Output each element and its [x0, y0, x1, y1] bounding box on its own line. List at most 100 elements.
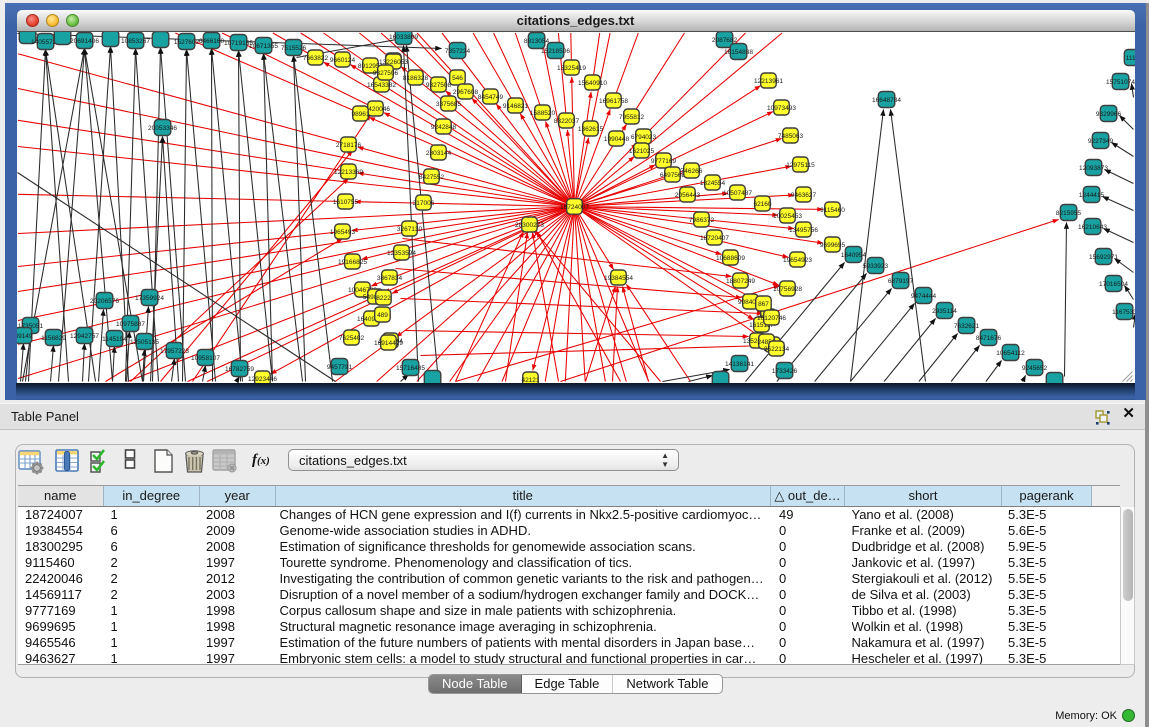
svg-text:1117: 1117	[1125, 54, 1134, 61]
svg-text:7986372: 7986372	[688, 216, 714, 223]
svg-text:546: 546	[452, 74, 463, 81]
svg-text:12505135: 12505135	[130, 338, 159, 345]
svg-text:7663822: 7663822	[302, 54, 328, 61]
svg-text:12213961: 12213961	[754, 77, 783, 84]
svg-text:16033809: 16033809	[389, 33, 418, 40]
svg-text:1610755: 1610755	[332, 198, 358, 205]
svg-text:8813054: 8813054	[523, 37, 549, 44]
svg-text:1588520: 1588520	[529, 109, 555, 116]
svg-text:10688609: 10688609	[716, 254, 745, 261]
svg-text:7632621: 7632621	[953, 322, 979, 329]
svg-text:20053346: 20053346	[148, 124, 177, 131]
svg-text:5933923: 5933923	[862, 262, 888, 269]
svg-text:8471676: 8471676	[975, 334, 1001, 341]
svg-text:13325419: 13325419	[557, 64, 586, 71]
svg-text:1990448: 1990448	[603, 135, 629, 142]
svg-text:8215955: 8215955	[1055, 209, 1081, 216]
svg-text:98961: 98961	[351, 110, 369, 117]
svg-text:19654923: 19654923	[783, 256, 812, 263]
svg-text:18807249: 18807249	[726, 277, 755, 284]
svg-text:1362615: 1362615	[577, 125, 603, 132]
svg-text:1621025: 1621025	[628, 147, 654, 154]
svg-text:867: 867	[758, 300, 769, 307]
svg-text:18724007: 18724007	[560, 203, 589, 210]
svg-text:39149: 39149	[17, 332, 33, 339]
svg-text:7515526: 7515526	[280, 44, 306, 51]
svg-text:9146821: 9146821	[502, 102, 528, 109]
svg-text:16154838: 16154838	[724, 48, 753, 55]
svg-text:10671355: 10671355	[249, 42, 278, 49]
svg-text:12923446: 12923446	[248, 375, 277, 382]
svg-text:2803144: 2803144	[425, 149, 451, 156]
svg-text:16120746: 16120746	[757, 314, 786, 321]
svg-text:6794023: 6794023	[630, 133, 656, 140]
svg-text:746266: 746266	[680, 167, 702, 174]
svg-text:9115460: 9115460	[820, 206, 845, 213]
svg-text:15716485: 15716485	[396, 364, 425, 371]
svg-text:10654112: 10654112	[996, 349, 1025, 356]
svg-text:1965493: 1965493	[329, 228, 355, 235]
svg-text:9245652: 9245652	[1021, 364, 1047, 371]
svg-text:12942757: 12942757	[70, 332, 99, 339]
svg-text:17016504: 17016504	[1099, 280, 1128, 287]
svg-text:1733426: 1733426	[771, 367, 797, 374]
svg-text:10853267: 10853267	[121, 37, 150, 44]
svg-text:9329966: 9329966	[1095, 110, 1121, 117]
svg-text:2056443: 2056443	[674, 191, 700, 198]
svg-text:62160: 62160	[753, 200, 771, 207]
svg-text:10975887: 10975887	[116, 320, 145, 327]
svg-text:15751074: 15751074	[1106, 78, 1135, 85]
svg-text:2522134: 2522134	[763, 345, 789, 352]
svg-text:7485063: 7485063	[777, 132, 803, 139]
svg-text:6879197: 6879197	[887, 277, 913, 284]
svg-text:14136141: 14136141	[725, 360, 754, 367]
svg-text:1145194: 1145194	[102, 335, 127, 342]
svg-text:15692971: 15692971	[1089, 253, 1118, 260]
svg-text:10756928: 10756928	[773, 285, 802, 292]
svg-text:1244415: 1244415	[1078, 191, 1104, 198]
svg-text:10973493: 10973493	[767, 104, 796, 111]
svg-text:12093873: 12093873	[1079, 164, 1108, 171]
svg-text:20206576: 20206576	[90, 297, 119, 304]
svg-text:9660124: 9660124	[329, 56, 355, 63]
svg-text:6466160: 6466160	[198, 37, 224, 44]
svg-text:7357224: 7357224	[444, 47, 470, 54]
svg-text:12213369: 12213369	[334, 168, 363, 175]
svg-text:19166825: 19166825	[338, 258, 367, 265]
svg-text:17359924: 17359924	[135, 294, 164, 301]
svg-text:1167533: 1167533	[1112, 308, 1135, 315]
svg-text:2718176: 2718176	[335, 141, 361, 148]
svg-text:13495756: 13495756	[789, 226, 818, 233]
svg-text:2967608: 2967608	[452, 88, 478, 95]
svg-text:7625402: 7625402	[338, 334, 364, 341]
svg-text:9474444: 9474444	[910, 292, 936, 299]
svg-text:9242848: 9242848	[430, 123, 456, 130]
svg-text:489: 489	[377, 311, 388, 318]
svg-text:3267130: 3267130	[396, 225, 422, 232]
svg-text:2935114: 2935114	[932, 307, 957, 314]
svg-text:10507487: 10507487	[723, 189, 752, 196]
svg-text:16782759: 16782759	[225, 365, 254, 372]
svg-text:3375685: 3375685	[435, 100, 461, 107]
svg-text:18720407: 18720407	[700, 234, 729, 241]
svg-text:9777169: 9777169	[650, 157, 676, 164]
svg-text:10025453: 10025453	[773, 212, 802, 219]
svg-text:8322037: 8322037	[553, 117, 579, 124]
svg-text:7955812: 7955812	[618, 113, 644, 120]
svg-text:20691406: 20691406	[70, 37, 99, 44]
svg-text:15218506: 15218506	[541, 47, 570, 54]
svg-text:317006: 317006	[412, 199, 434, 206]
svg-text:3867834: 3867834	[376, 274, 402, 281]
svg-text:9227349: 9227349	[1087, 137, 1113, 144]
svg-text:28300273: 28300273	[515, 221, 544, 228]
svg-text:15640910: 15640910	[578, 79, 607, 86]
svg-text:16961758: 16961758	[599, 97, 628, 104]
svg-text:9463627: 9463627	[790, 191, 816, 198]
svg-text:1824554: 1824554	[699, 179, 725, 186]
svg-text:12975115: 12975115	[786, 161, 815, 168]
svg-text:1156829: 1156829	[41, 334, 66, 341]
svg-text:17957223: 17957223	[160, 347, 189, 354]
svg-text:8427552: 8427552	[418, 173, 444, 180]
svg-text:8222: 8222	[376, 294, 391, 301]
svg-text:1640954: 1640954	[840, 251, 866, 258]
